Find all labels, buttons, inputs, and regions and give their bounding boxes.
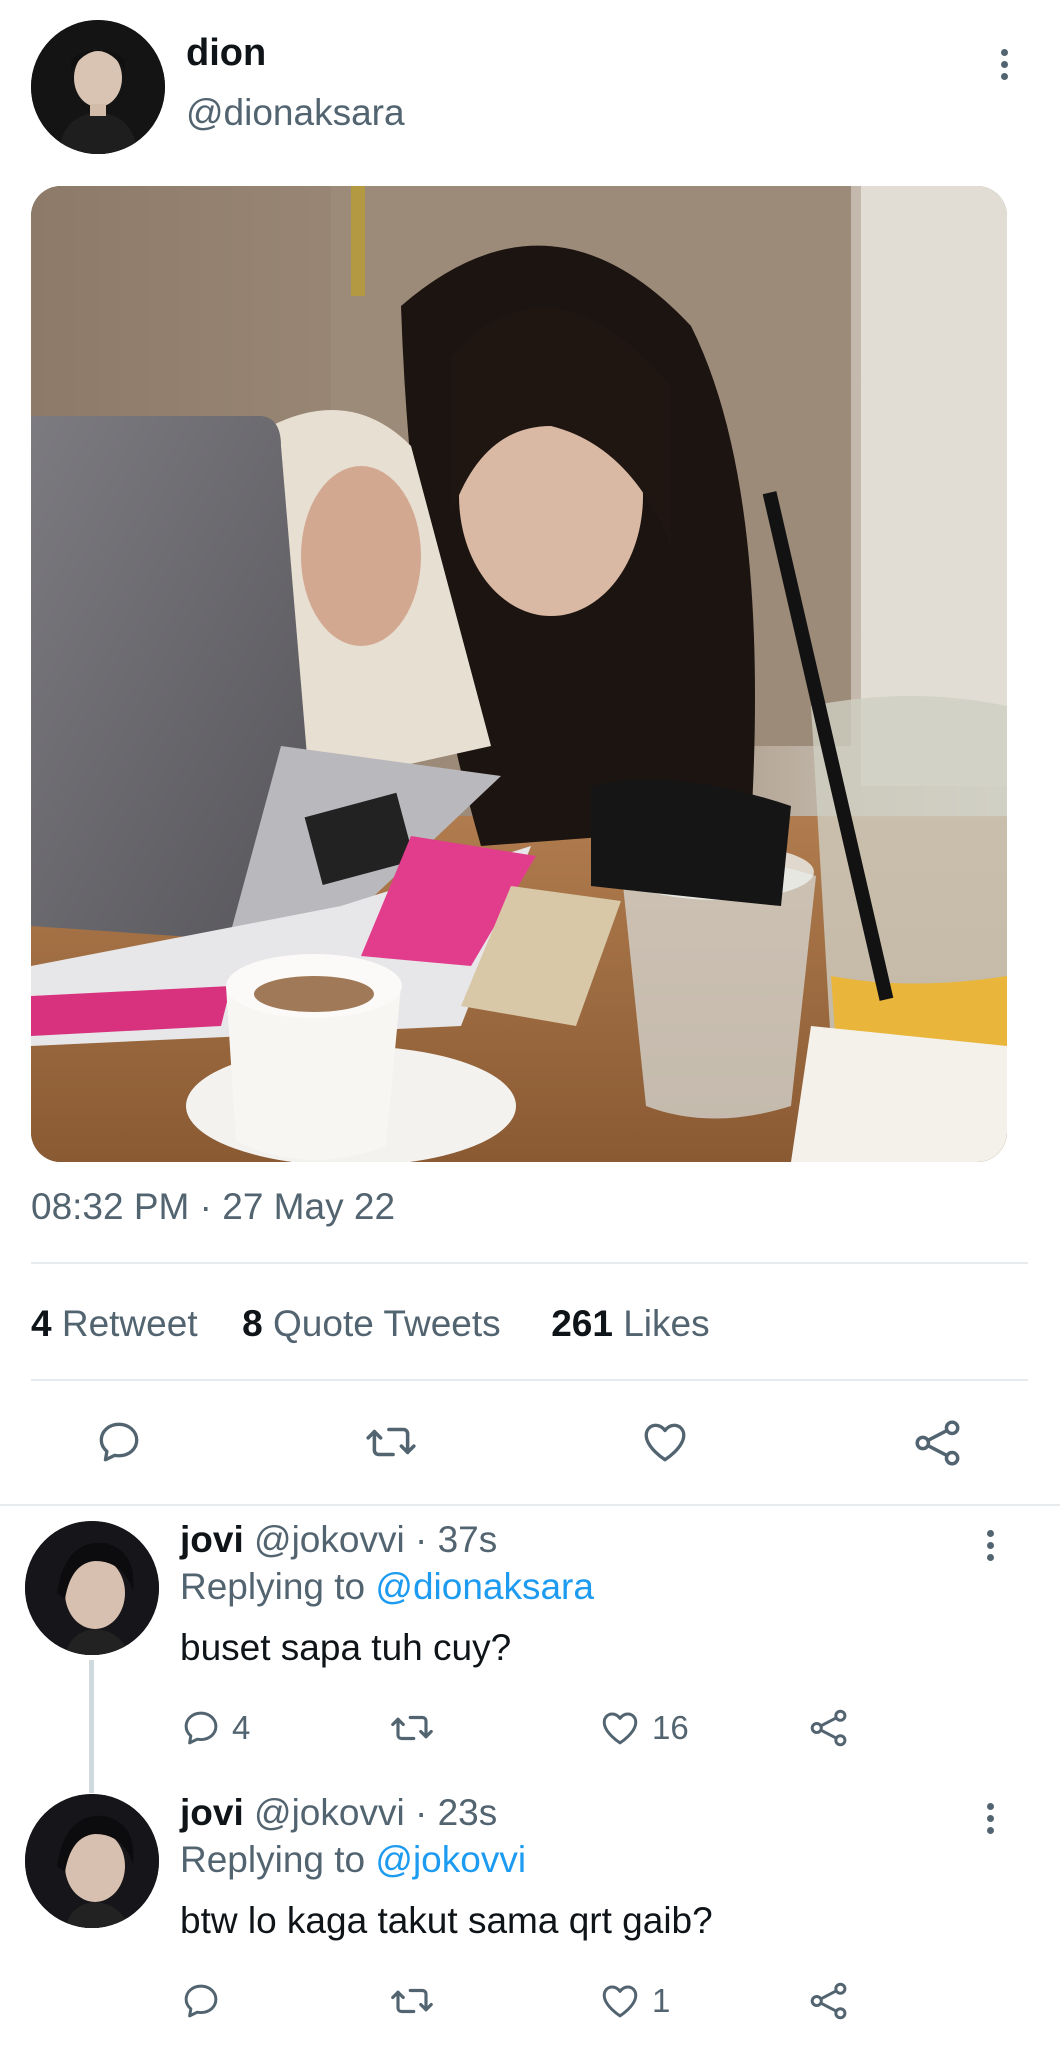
share-icon	[810, 1709, 847, 1747]
retweets-count: 4	[31, 1303, 52, 1344]
quotes-count: 8	[242, 1303, 263, 1344]
reply-avatar[interactable]	[25, 1794, 159, 1928]
retweet-button[interactable]	[364, 1417, 418, 1467]
reply-time[interactable]: · 23s	[415, 1792, 497, 1833]
tweet-stats-row: 4 Retweet 8 Quote Tweets 261 Likes	[31, 1303, 710, 1345]
author-display-name[interactable]: dion	[186, 32, 266, 75]
retweet-icon	[391, 1715, 433, 1741]
reply-header: jovi @jokovvi · 23s	[180, 1792, 497, 1834]
replying-to-label: Replying to	[180, 1839, 366, 1880]
reply-like-button[interactable]: 16	[598, 1707, 689, 1749]
reply-like-count: 16	[652, 1709, 689, 1746]
replying-to-label: Replying to	[180, 1566, 366, 1607]
reply-more-options-icon[interactable]	[980, 1798, 1000, 1838]
reply-display-name[interactable]: jovi	[180, 1519, 244, 1560]
tweet-more-options-icon[interactable]	[994, 44, 1014, 84]
reply-like-button[interactable]: 1	[598, 1980, 670, 2022]
reply-button[interactable]	[94, 1417, 144, 1467]
author-avatar[interactable]	[31, 20, 165, 154]
likes-label: Likes	[623, 1303, 710, 1344]
share-icon	[915, 1420, 960, 1466]
reply-text: buset sapa tuh cuy?	[180, 1627, 512, 1668]
reply-icon	[184, 1711, 218, 1745]
retweet-icon	[366, 1427, 416, 1457]
reply-share-button[interactable]	[808, 1707, 850, 1749]
reply-icon	[99, 1422, 139, 1462]
cafe-photo	[31, 186, 1007, 1162]
replying-to-line: Replying to @dionaksara	[180, 1566, 594, 1608]
author-handle[interactable]: @dionaksara	[186, 92, 405, 134]
like-icon	[602, 1712, 638, 1745]
replying-to-line: Replying to @jokovvi	[180, 1839, 526, 1881]
thread-line	[89, 1660, 94, 1793]
reply-reply-button[interactable]	[180, 1980, 232, 2022]
tweet-media-image[interactable]	[31, 186, 1007, 1162]
reply-retweet-button[interactable]	[389, 1980, 445, 2022]
retweets-label: Retweet	[61, 1303, 198, 1344]
reply-more-options-icon[interactable]	[980, 1525, 1000, 1565]
reply-avatar[interactable]	[25, 1521, 159, 1655]
reply-avatar-image	[25, 1794, 159, 1928]
likes-stat[interactable]: 261 Likes	[551, 1303, 709, 1344]
replying-to-link[interactable]: @jokovvi	[375, 1839, 526, 1880]
share-icon	[810, 1982, 847, 2020]
reply-share-button[interactable]	[808, 1980, 850, 2022]
tweet-timestamp[interactable]: 08:32 PM · 27 May 22	[31, 1186, 395, 1228]
retweets-stat[interactable]: 4 Retweet	[31, 1303, 208, 1344]
reply-reply-button[interactable]: 4	[180, 1707, 250, 1749]
reply-handle[interactable]: @jokovvi	[254, 1519, 405, 1560]
likes-count: 261	[551, 1303, 613, 1344]
reply-time[interactable]: · 37s	[415, 1519, 497, 1560]
reply-like-count: 1	[652, 1982, 671, 2019]
reply-icon	[184, 1984, 218, 2018]
retweet-icon	[391, 1988, 433, 2014]
reply-text: btw lo kaga takut sama qrt gaib?	[180, 1900, 713, 1941]
like-button[interactable]	[639, 1417, 691, 1467]
divider	[31, 1379, 1028, 1381]
reply-display-name[interactable]: jovi	[180, 1792, 244, 1833]
quotes-label: Quote Tweets	[273, 1303, 501, 1344]
reply-handle[interactable]: @jokovvi	[254, 1792, 405, 1833]
quotes-stat[interactable]: 8 Quote Tweets	[242, 1303, 511, 1344]
reply-retweet-button[interactable]	[389, 1707, 445, 1749]
replying-to-link[interactable]: @dionaksara	[375, 1566, 594, 1607]
like-icon	[644, 1423, 686, 1462]
author-avatar-image	[31, 20, 165, 154]
reply-header: jovi @jokovvi · 37s	[180, 1519, 497, 1561]
like-icon	[602, 1985, 638, 2018]
divider	[31, 1262, 1028, 1264]
reply-reply-count: 4	[232, 1709, 251, 1746]
share-button[interactable]	[912, 1417, 964, 1469]
reply-avatar-image	[25, 1521, 159, 1655]
divider	[0, 1504, 1060, 1506]
